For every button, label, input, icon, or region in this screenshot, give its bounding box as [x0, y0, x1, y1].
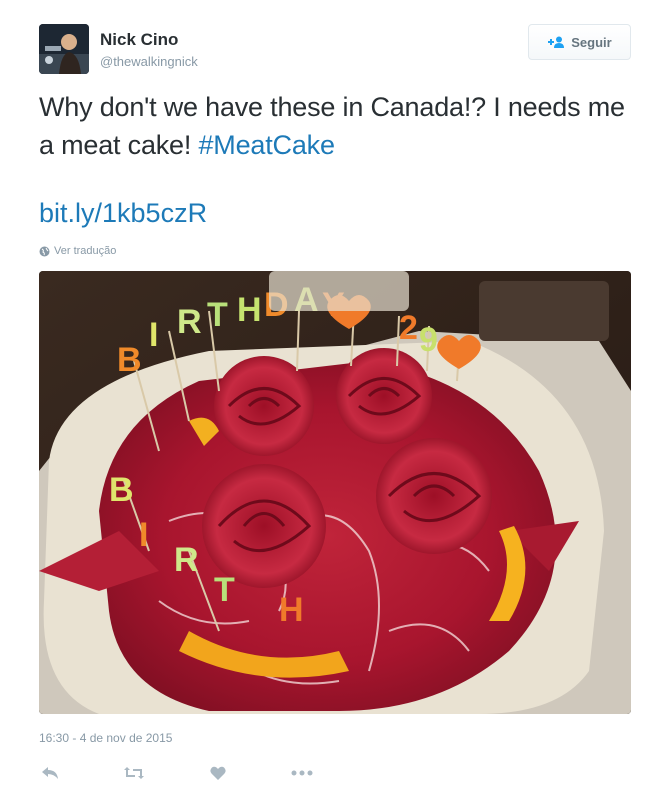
svg-text:R: R: [177, 303, 202, 341]
svg-text:H: H: [279, 591, 304, 629]
translate-label: Ver tradução: [54, 245, 117, 257]
reply-button[interactable]: [39, 762, 61, 784]
translate-link[interactable]: Ver tradução: [39, 245, 116, 257]
more-icon: [291, 770, 313, 776]
avatar[interactable]: [39, 24, 89, 74]
meat-cake-photo: B I R T H D A Y 2 9 B I R T H: [39, 271, 631, 714]
author-name[interactable]: Nick Cino: [100, 30, 178, 50]
tweet-photo[interactable]: B I R T H D A Y 2 9 B I R T H: [39, 271, 631, 714]
follow-button[interactable]: Seguir: [528, 24, 631, 60]
svg-text:T: T: [207, 296, 228, 334]
retweet-button[interactable]: [121, 762, 147, 784]
author-handle[interactable]: @thewalkingnick: [100, 54, 198, 69]
tweet-actions: [39, 762, 315, 784]
tweet-timestamp[interactable]: 16:30 - 4 de nov de 2015: [39, 731, 172, 745]
reply-icon: [42, 767, 58, 779]
svg-text:I: I: [139, 516, 148, 554]
svg-text:I: I: [149, 316, 158, 354]
more-button[interactable]: [289, 762, 315, 784]
tweet-link[interactable]: bit.ly/1kb5czR: [39, 198, 207, 229]
heart-icon: [210, 766, 226, 780]
svg-text:T: T: [214, 571, 235, 609]
tweet-text: Why don't we have these in Canada!? I ne…: [39, 88, 629, 164]
hashtag-link[interactable]: #MeatCake: [198, 130, 334, 160]
globe-icon: [39, 246, 50, 256]
retweet-icon: [124, 767, 144, 779]
add-user-icon: [548, 36, 565, 48]
svg-text:R: R: [174, 541, 199, 579]
follow-button-label: Seguir: [571, 34, 612, 50]
svg-text:B: B: [117, 341, 142, 379]
svg-text:2: 2: [399, 309, 418, 347]
svg-text:9: 9: [419, 321, 438, 359]
svg-text:B: B: [109, 471, 134, 509]
svg-text:H: H: [237, 291, 262, 329]
like-button[interactable]: [207, 762, 229, 784]
